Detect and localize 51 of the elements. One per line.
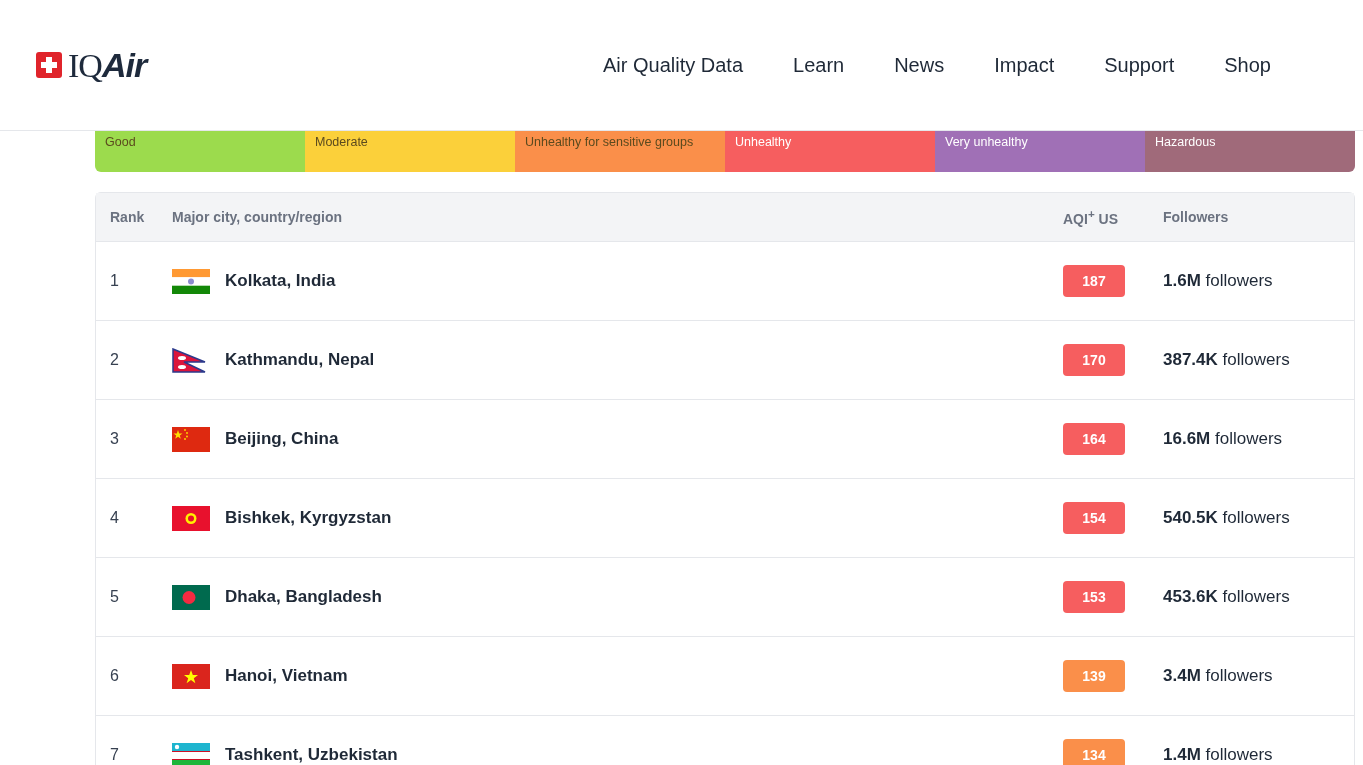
aqi-badge: 170	[1063, 344, 1125, 376]
column-header: Followers	[1163, 209, 1230, 225]
city-name[interactable]: Beijing, China	[225, 429, 339, 449]
swiss-cross-icon	[36, 52, 62, 78]
logo[interactable]: IQAir	[68, 45, 147, 85]
column-header: AQI$^{+}$ US	[1063, 207, 1120, 227]
nav-link[interactable]: Shop	[1224, 53, 1271, 77]
column-header: Rank	[109, 209, 146, 225]
flag-icon	[172, 584, 210, 610]
aqi-badge: 134	[1063, 739, 1125, 765]
aqi-badge: 164	[1063, 423, 1125, 455]
rank-cell-text: 2	[109, 351, 120, 369]
city-name[interactable]: Kathmandu, Nepal	[225, 350, 375, 370]
flag-icon	[172, 268, 210, 294]
nav-link[interactable]: Air Quality Data	[602, 53, 743, 77]
nav-link[interactable]: News	[894, 53, 945, 77]
column-header: Major city, country/region	[172, 209, 344, 225]
aqi-badge: 154	[1063, 502, 1125, 534]
aqi-badge: 187	[1063, 265, 1125, 297]
legend-segment: Very unhealthy	[935, 131, 1145, 172]
city-name[interactable]: Dhaka, Bangladesh	[225, 587, 382, 607]
rank-cell-text: 6	[109, 667, 120, 685]
nav-link[interactable]: Support	[1104, 53, 1175, 77]
legend-segment: Hazardous	[1145, 131, 1355, 172]
rank-cell-text: 7	[109, 746, 120, 764]
followers-count: 540.5K followers	[1163, 508, 1291, 528]
flag-icon	[172, 663, 210, 689]
legend-segment: Good	[95, 131, 305, 172]
city-name[interactable]: Bishkek, Kyrgyzstan	[225, 508, 392, 528]
followers-count: 1.6M followers	[1163, 271, 1274, 291]
aqi-badge: 139	[1063, 660, 1125, 692]
followers-count: 16.6M followers	[1163, 429, 1284, 449]
city-name[interactable]: Hanoi, Vietnam	[225, 666, 348, 686]
rank-cell-text: 1	[109, 272, 120, 290]
nav-link[interactable]: Impact	[994, 53, 1055, 77]
flag-icon	[172, 505, 210, 531]
legend-segment: Moderate	[305, 131, 515, 172]
followers-count: 453.6K followers	[1163, 587, 1291, 607]
rank-cell-text: 3	[109, 430, 120, 448]
followers-count: 3.4M followers	[1163, 666, 1274, 686]
rank-cell-text: 4	[109, 509, 120, 527]
city-name[interactable]: Tashkent, Uzbekistan	[225, 745, 398, 765]
followers-count: 1.4M followers	[1163, 745, 1274, 765]
flag-icon	[172, 426, 210, 452]
legend-segment: Unhealthy for sensitive groups	[515, 131, 725, 172]
rank-cell-text: 5	[109, 588, 120, 606]
legend-segment: Unhealthy	[725, 131, 935, 172]
nav-link[interactable]: Learn	[793, 53, 845, 77]
followers-count: 387.4K followers	[1163, 350, 1291, 370]
city-name[interactable]: Kolkata, India	[225, 271, 336, 291]
aqi-badge: 153	[1063, 581, 1125, 613]
